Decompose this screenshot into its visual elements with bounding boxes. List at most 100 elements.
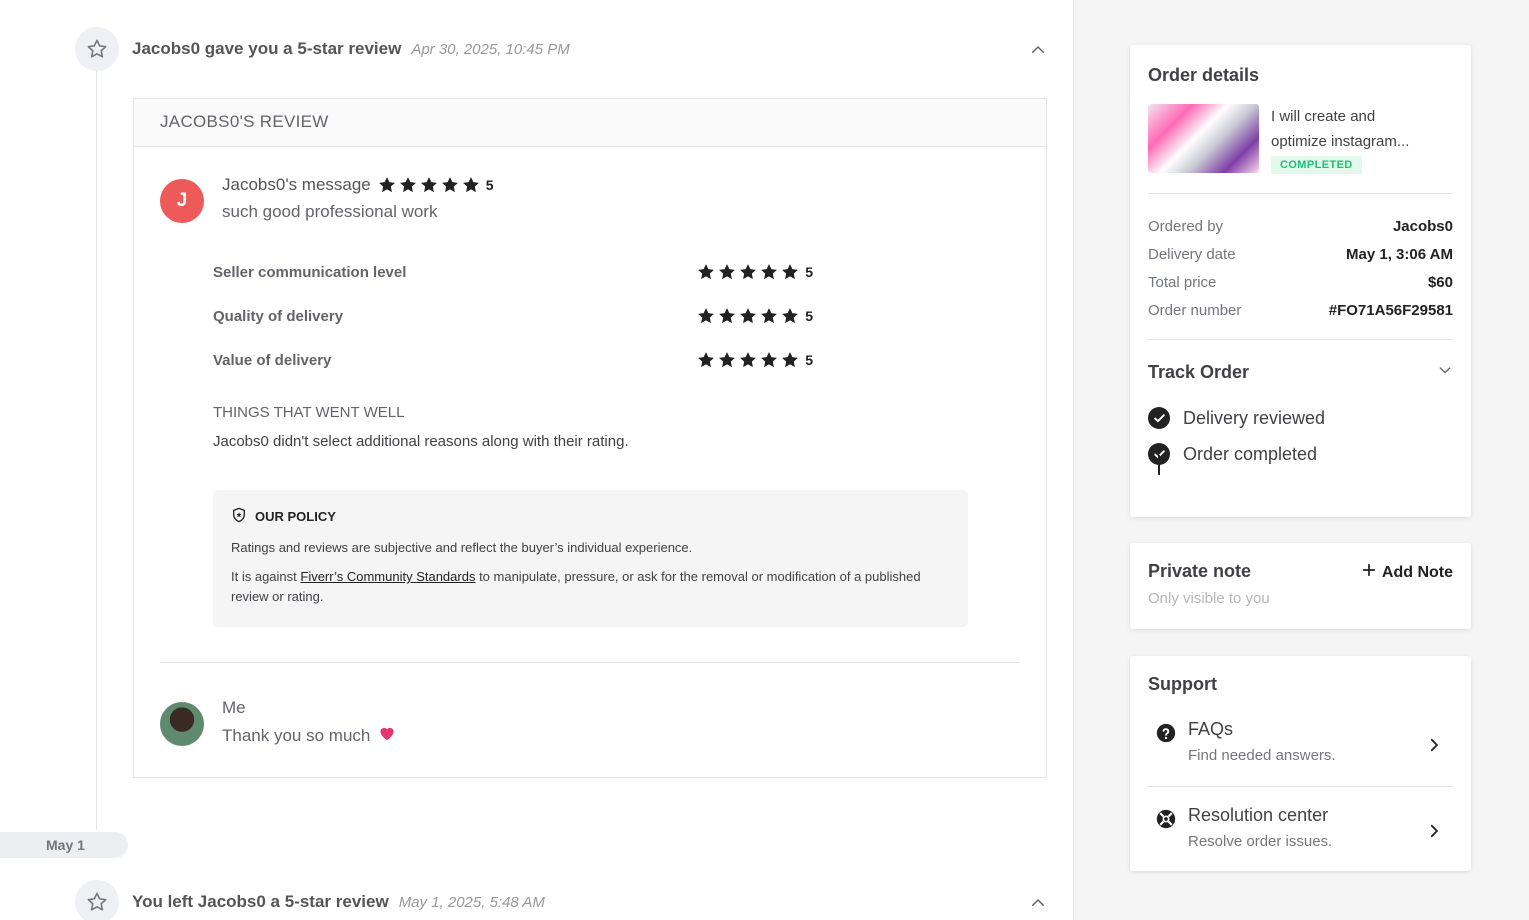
question-icon (1156, 723, 1176, 748)
rating-value: 5 (805, 264, 813, 280)
star-filled-icon (399, 177, 416, 193)
chevron-up-icon[interactable] (1029, 41, 1047, 64)
rating-stars: 5 (696, 262, 813, 282)
chevron-up-icon[interactable] (1029, 894, 1047, 917)
seller-avatar (160, 702, 204, 746)
date-separator: May 1 (0, 832, 128, 858)
order-timeline: Jacobs0 gave you a 5-star review Apr 30,… (0, 0, 1074, 920)
order-info-value: $60 (1427, 274, 1453, 291)
rating-label: Quality of delivery (213, 307, 344, 325)
went-well-heading: THINGS THAT WENT WELL (213, 404, 405, 421)
order-info-row: Ordered by Jacobs0 (1148, 218, 1453, 235)
shield-icon (231, 507, 247, 526)
buyer-message-label: Jacobs0's message (222, 175, 371, 194)
timeline-line (96, 70, 97, 830)
star-icon (75, 27, 119, 71)
reply-text: Thank you so much (222, 725, 371, 745)
order-info-row: Order number #FO71A56F29581 (1148, 302, 1453, 319)
rating-stars: 5 (696, 306, 813, 326)
track-order-toggle[interactable]: Track Order (1148, 362, 1453, 383)
support-item-subtitle: Resolve order issues. (1188, 833, 1333, 850)
star-filled-icon (698, 264, 715, 280)
star-filled-icon (782, 264, 799, 280)
divider (1148, 193, 1453, 194)
support-item-subtitle: Find needed answers. (1188, 747, 1336, 764)
check-circle-icon (1148, 407, 1170, 429)
order-details-title: Order details (1148, 65, 1260, 85)
star-filled-icon (462, 177, 479, 193)
track-order-title: Track Order (1148, 362, 1250, 382)
divider (1148, 786, 1453, 787)
star-filled-icon (761, 352, 778, 368)
track-step-label: Order completed (1183, 443, 1318, 464)
order-info-value: May 1, 3:06 AM (1346, 246, 1453, 263)
divider (1148, 339, 1453, 340)
order-info-key: Delivery date (1148, 246, 1236, 263)
policy-title: OUR POLICY (255, 509, 336, 524)
order-details-card: Order details I will create and optimize… (1130, 45, 1471, 517)
order-info-key: Ordered by (1148, 218, 1224, 235)
buyer-message-text: such good professional work (222, 202, 438, 221)
divider (160, 662, 1020, 663)
heart-icon (378, 725, 396, 746)
rating-value: 5 (805, 308, 813, 324)
event-title: Jacobs0 gave you a 5-star review (132, 39, 402, 58)
star-filled-icon (719, 352, 736, 368)
support-item-title: Resolution center (1188, 805, 1329, 825)
support-item-faqs[interactable]: FAQs Find needed answers. (1148, 719, 1453, 779)
buyer-message-header: Jacobs0's message 5 (222, 175, 494, 195)
chevron-right-icon (1425, 822, 1443, 845)
star-filled-icon (761, 308, 778, 324)
order-info-value: #FO71A56F29581 (1328, 302, 1453, 319)
rating-stars: 5 (696, 350, 813, 370)
order-info-key: Total price (1148, 274, 1217, 291)
timeline-event-buyer-review: Jacobs0 gave you a 5-star review Apr 30,… (75, 27, 1055, 71)
rating-label: Value of delivery (213, 351, 332, 369)
event-title: You left Jacobs0 a 5-star review (132, 892, 389, 911)
star-filled-icon (740, 352, 757, 368)
support-card: Support FAQs Find needed answers. Resolu… (1130, 656, 1471, 871)
track-step-label: Delivery reviewed (1183, 407, 1326, 428)
rating-row: Seller communication level 5 (213, 262, 813, 282)
rating-row: Value of delivery 5 (213, 350, 813, 370)
rating-row: Quality of delivery 5 (213, 306, 813, 326)
chevron-right-icon (1425, 736, 1443, 759)
overall-rating-stars: 5 (377, 175, 494, 195)
star-filled-icon (782, 352, 799, 368)
review-card: JACOBS0'S REVIEW J Jacobs0's message 5 s… (133, 98, 1047, 778)
star-filled-icon (782, 308, 799, 324)
order-info-row: Total price $60 (1148, 274, 1453, 291)
order-info-key: Order number (1148, 302, 1242, 319)
policy-header: OUR POLICY (231, 507, 950, 526)
star-filled-icon (740, 264, 757, 280)
overall-rating-value: 5 (485, 177, 494, 193)
policy-text-part: It is against (231, 569, 301, 584)
gig-info: I will create and optimize instagram... … (1271, 104, 1431, 174)
event-timestamp: May 1, 2025, 5:48 AM (398, 893, 545, 911)
status-badge: COMPLETED (1271, 156, 1362, 174)
rating-value: 5 (805, 352, 813, 368)
gig-thumbnail[interactable] (1148, 104, 1259, 173)
support-item-title: FAQs (1188, 719, 1234, 739)
star-filled-icon (378, 177, 395, 193)
buyer-avatar: J (160, 179, 204, 223)
private-note-subtitle: Only visible to you (1148, 590, 1270, 607)
star-filled-icon (719, 264, 736, 280)
support-item-resolution-center[interactable]: Resolution center Resolve order issues. (1148, 805, 1453, 865)
support-title: Support (1148, 674, 1217, 694)
star-filled-icon (719, 308, 736, 324)
timeline-event-seller-review: You left Jacobs0 a 5-star review May 1, … (75, 880, 1055, 920)
star-filled-icon (420, 177, 437, 193)
reply-author: Me (222, 698, 246, 717)
chevron-down-icon[interactable] (1437, 362, 1453, 383)
went-well-text: Jacobs0 didn't select additional reasons… (213, 433, 629, 450)
reply-text-row: Thank you so much (222, 725, 396, 746)
review-card-header: JACOBS0'S REVIEW (134, 99, 1046, 147)
order-info-row: Delivery date May 1, 3:06 AM (1148, 246, 1453, 263)
policy-text: Ratings and reviews are subjective and r… (231, 540, 693, 555)
add-note-button[interactable]: Add Note (1362, 563, 1453, 582)
policy-notice: OUR POLICY Ratings and reviews are subje… (213, 490, 968, 627)
community-standards-link[interactable]: Fiverr’s Community Standards (300, 569, 475, 584)
gig-title[interactable]: I will create and optimize instagram... (1271, 104, 1431, 154)
gig-summary[interactable]: I will create and optimize instagram... … (1148, 104, 1453, 174)
